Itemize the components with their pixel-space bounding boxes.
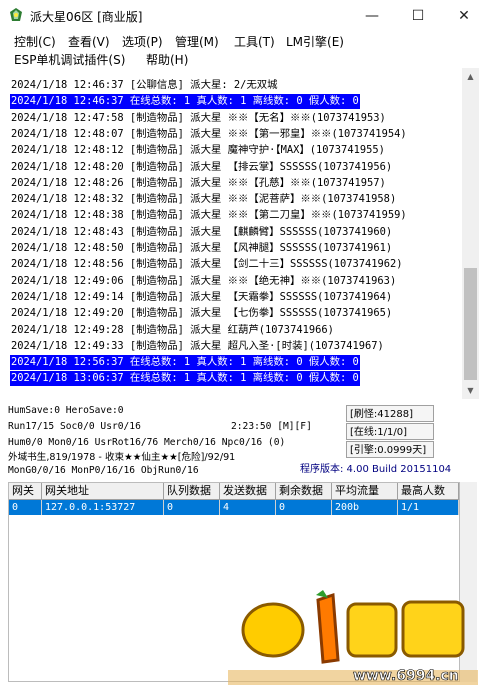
close-icon: ✕ [458, 8, 470, 24]
scroll-up-icon[interactable]: ▲ [462, 68, 479, 85]
scroll-thumb[interactable] [464, 268, 477, 380]
log-line: 2024/1/18 12:48:07 [制造物品] 派大星 ※※【第一邪皇】※※… [11, 127, 407, 140]
log-line: 2024/1/18 12:56:37 在线总数: 1 真人数: 1 离线数: 0… [10, 355, 360, 371]
minimize-button[interactable]: — [349, 0, 395, 32]
log-panel[interactable]: 2024/1/18 12:46:37 [公聊信息] 派大星: 2/无双城 2024… [8, 68, 462, 399]
log-line: 2024/1/18 12:48:38 [制造物品] 派大星 ※※【第二刀皇】※※… [11, 209, 407, 222]
log-line: 2024/1/18 12:48:20 [制造物品] 派大星 【排云掌】SSSSS… [11, 160, 393, 173]
program-version: 程序版本: 4.00 Build 20151104 [300, 464, 452, 475]
menu-control[interactable]: 控制(C) [14, 33, 56, 50]
col-max-users[interactable]: 最高人数 [398, 483, 459, 500]
log-line: 2024/1/18 12:49:06 [制造物品] 派大星 ※※【绝无神】※※(… [11, 274, 397, 287]
menu-help[interactable]: 帮助(H) [146, 51, 188, 68]
col-gateway-address[interactable]: 网关地址 [42, 483, 164, 500]
col-gateway[interactable]: 网关 [9, 483, 42, 500]
app-icon [10, 8, 22, 21]
log-line: 2024/1/18 12:48:50 [制造物品] 派大星 【风神腿】SSSSS… [11, 242, 393, 254]
menu-bar: 控制(C) 查看(V) 选项(P) 管理(M) 工具(T) LM引擎(E) [0, 32, 487, 50]
svg-text:www.6994.cn: www.6994.cn [353, 668, 459, 684]
table-cell: 0 [276, 500, 332, 515]
minimize-icon: — [365, 8, 379, 24]
log-line: 2024/1/18 12:47:58 [制造物品] 派大星 ※※【无名】※※(1… [11, 111, 386, 124]
menu-bar-second-row: ESP单机调试插件(S) 帮助(H) [0, 50, 487, 68]
menu-tools[interactable]: 工具(T) [234, 33, 275, 50]
menu-esp-plugin[interactable]: ESP单机调试插件(S) [14, 51, 125, 68]
col-queue-data[interactable]: 队列数据 [164, 483, 220, 500]
table-cell: 200b [332, 500, 398, 515]
log-line: 2024/1/18 12:48:56 [制造物品] 派大星 【剑二十三】SSSS… [11, 258, 403, 271]
online-count: [在线:1/1/0] [346, 423, 434, 440]
table-cell: 127.0.0.1:53727 [42, 500, 164, 515]
menu-view[interactable]: 查看(V) [68, 33, 110, 50]
window-title: 派大星06区 [商业版] [30, 10, 143, 24]
watermark-logo: www.6994.cn [228, 590, 478, 685]
table-cell: 1/1 [398, 500, 459, 515]
close-button[interactable]: ✕ [441, 0, 487, 32]
log-line: 2024/1/18 12:48:32 [制造物品] 派大星 ※※【泥菩萨】※※(… [11, 193, 397, 206]
log-line: 2024/1/18 12:49:33 [制造物品] 派大星 超凡入圣·[时装](… [11, 339, 384, 352]
log-line: 2024/1/18 12:48:12 [制造物品] 派大星 魔神守护·【MAX】… [11, 144, 385, 157]
log-line: 2024/1/18 12:46:37 [公聊信息] 派大星: 2/无双城 [11, 79, 278, 91]
log-line: 2024/1/18 12:48:43 [制造物品] 派大星 【麒麟臂】SSSSS… [11, 225, 393, 238]
maximize-icon: ☐ [411, 8, 425, 24]
table-cell: 0 [164, 500, 220, 515]
status-monster: MonG0/0/16 MonP0/16/16 ObjRun0/16 [8, 465, 199, 476]
menu-manage[interactable]: 管理(M) [175, 33, 219, 50]
title-bar: 派大星06区 [商业版] — ☐ ✕ [0, 0, 487, 32]
table-cell: 4 [220, 500, 276, 515]
refresh-count: [刷怪:41288] [346, 405, 434, 422]
status-map: 外域书生,819/1978 - 收束★★仙主★★[危险]/92/91 [8, 452, 236, 463]
log-line: 2024/1/18 12:48:26 [制造物品] 派大星 ※※【孔慈】※※(1… [11, 176, 386, 189]
col-remaining-data[interactable]: 剩余数据 [276, 483, 332, 500]
log-line: 2024/1/18 12:46:37 在线总数: 1 真人数: 1 离线数: 0… [10, 94, 360, 110]
menu-options[interactable]: 选项(P) [122, 33, 163, 50]
log-line: 2024/1/18 12:49:20 [制造物品] 派大星 【七伤拳】SSSSS… [11, 307, 393, 320]
log-line: 2024/1/18 13:06:37 在线总数: 1 真人数: 1 离线数: 0… [10, 371, 360, 387]
status-uptime: 2:23:50 [M][F] [231, 421, 312, 432]
status-save: HumSave:0 HeroSave:0 [8, 405, 124, 416]
col-avg-traffic[interactable]: 平均流量 [332, 483, 398, 500]
table-cell: 0 [9, 500, 42, 515]
scroll-down-icon[interactable]: ▼ [462, 382, 479, 399]
status-run: Run17/15 Soc0/0 Usr0/16 [8, 421, 141, 432]
log-scrollbar[interactable]: ▲ ▼ [462, 68, 479, 399]
log-line: 2024/1/18 12:49:14 [制造物品] 派大星 【天霜拳】SSSSS… [11, 290, 393, 303]
maximize-button[interactable]: ☐ [395, 0, 441, 32]
status-counts: Hum0/0 Mon0/16 UsrRot16/76 Merch0/16 Npc… [8, 437, 286, 448]
engine-time: [引擎:0.0999天] [346, 441, 434, 458]
col-send-data[interactable]: 发送数据 [220, 483, 276, 500]
log-line: 2024/1/18 12:49:28 [制造物品] 派大星 红葫芦(107374… [11, 323, 334, 336]
menu-lm-engine[interactable]: LM引擎(E) [286, 33, 344, 50]
